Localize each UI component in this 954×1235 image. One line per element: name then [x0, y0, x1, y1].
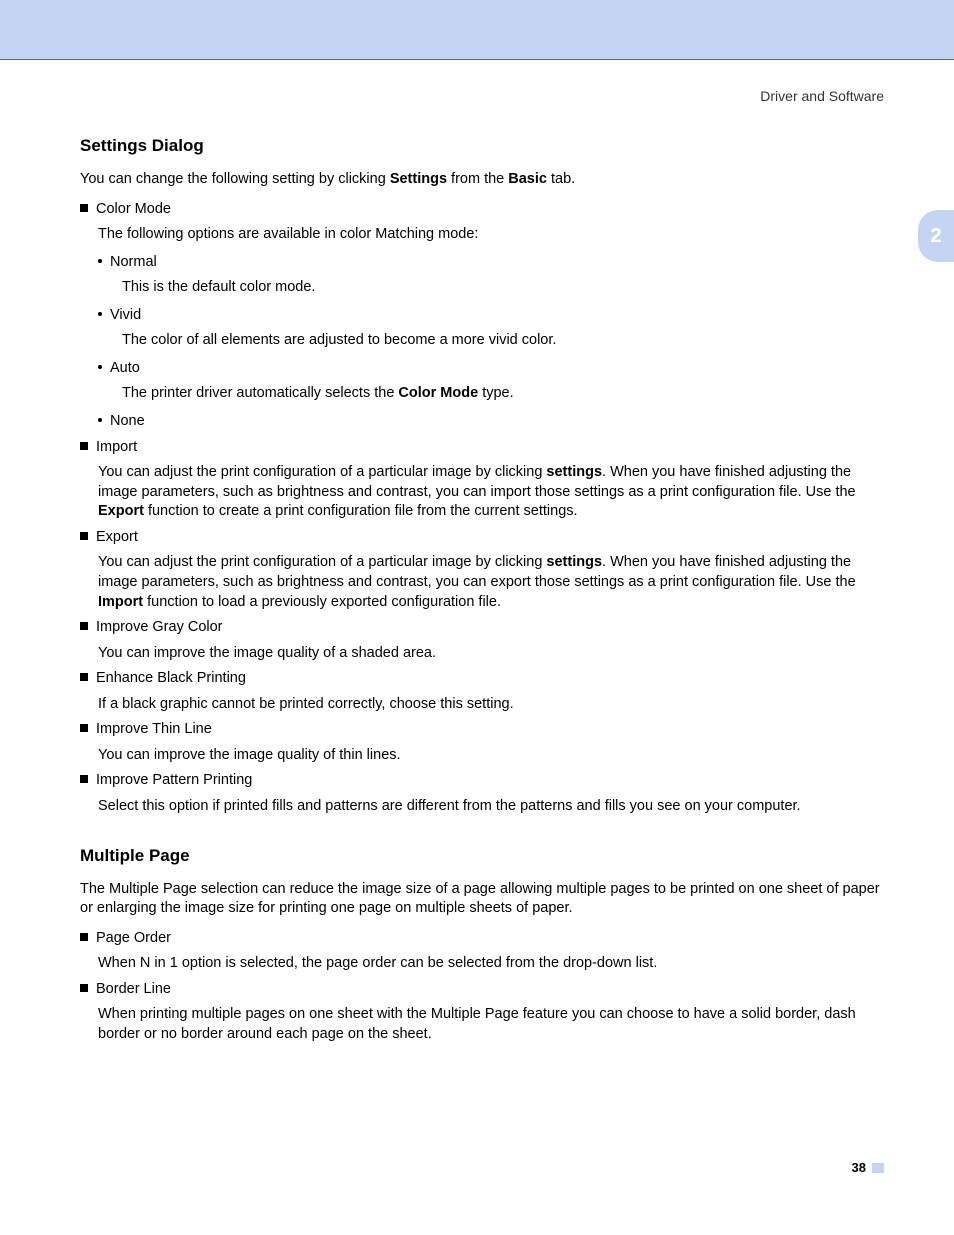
item-improve-gray: Improve Gray Color — [80, 618, 880, 638]
label: Improve Gray Color — [96, 619, 223, 635]
item-improve-pattern: Improve Pattern Printing — [80, 771, 880, 791]
multiple-page-heading: Multiple Page — [80, 845, 880, 868]
label: Normal — [110, 254, 157, 270]
dot-bullet-icon — [98, 259, 102, 263]
square-bullet-icon — [80, 532, 88, 540]
item-page-order: Page Order — [80, 929, 880, 949]
page-number: 38 — [852, 1160, 884, 1175]
subitem-vivid: Vivid — [98, 306, 880, 326]
label: None — [110, 413, 145, 429]
text: You can adjust the print configuration o… — [98, 464, 546, 480]
top-banner — [0, 0, 954, 60]
dot-bullet-icon — [98, 312, 102, 316]
square-bullet-icon — [80, 724, 88, 732]
vivid-body: The color of all elements are adjusted t… — [122, 331, 880, 351]
square-bullet-icon — [80, 622, 88, 630]
item-export: Export — [80, 528, 880, 548]
page-number-accent-icon — [872, 1163, 884, 1173]
color-mode-desc: The following options are available in c… — [98, 225, 880, 245]
text: function to load a previously exported c… — [143, 594, 501, 610]
import-body: You can adjust the print configuration o… — [98, 463, 880, 522]
label: Improve Thin Line — [96, 721, 212, 737]
improve-pattern-body: Select this option if printed fills and … — [98, 797, 880, 817]
square-bullet-icon — [80, 442, 88, 450]
bold: Import — [98, 594, 143, 610]
auto-body: The printer driver automatically selects… — [122, 384, 880, 404]
settings-dialog-heading: Settings Dialog — [80, 135, 880, 158]
item-border-line: Border Line — [80, 980, 880, 1000]
bold: settings — [546, 464, 602, 480]
chapter-tab: 2 — [918, 210, 954, 262]
label: Improve Pattern Printing — [96, 772, 252, 788]
label: Export — [96, 529, 138, 545]
item-improve-thin: Improve Thin Line — [80, 720, 880, 740]
enhance-black-body: If a black graphic cannot be printed cor… — [98, 695, 880, 715]
label: Vivid — [110, 307, 141, 323]
text: function to create a print configuration… — [144, 503, 578, 519]
text: The printer driver automatically selects… — [122, 385, 398, 401]
subitem-none: None — [98, 412, 880, 432]
label: Auto — [110, 360, 140, 376]
dot-bullet-icon — [98, 365, 102, 369]
bold-settings: Settings — [390, 171, 447, 187]
text: from the — [447, 171, 508, 187]
square-bullet-icon — [80, 673, 88, 681]
square-bullet-icon — [80, 204, 88, 212]
header-section-text: Driver and Software — [760, 88, 884, 104]
item-enhance-black: Enhance Black Printing — [80, 669, 880, 689]
subitem-normal: Normal — [98, 253, 880, 273]
text: You can change the following setting by … — [80, 171, 390, 187]
bold-basic: Basic — [508, 171, 547, 187]
label: Page Order — [96, 930, 171, 946]
bold: Export — [98, 503, 144, 519]
text: tab. — [547, 171, 575, 187]
improve-thin-body: You can improve the image quality of thi… — [98, 746, 880, 766]
page-content: Settings Dialog You can change the follo… — [80, 135, 880, 1050]
square-bullet-icon — [80, 933, 88, 941]
subitem-auto: Auto — [98, 359, 880, 379]
page-order-body: When N in 1 option is selected, the page… — [98, 954, 880, 974]
improve-gray-body: You can improve the image quality of a s… — [98, 644, 880, 664]
text: You can adjust the print configuration o… — [98, 554, 546, 570]
label: Border Line — [96, 981, 171, 997]
normal-body: This is the default color mode. — [122, 278, 880, 298]
label: Import — [96, 439, 137, 455]
multiple-page-intro: The Multiple Page selection can reduce t… — [80, 880, 880, 919]
bold: Color Mode — [398, 385, 478, 401]
settings-dialog-intro: You can change the following setting by … — [80, 170, 880, 190]
square-bullet-icon — [80, 775, 88, 783]
item-color-mode: Color Mode — [80, 200, 880, 220]
text: type. — [478, 385, 513, 401]
item-import: Import — [80, 438, 880, 458]
label: Enhance Black Printing — [96, 670, 246, 686]
label: Color Mode — [96, 201, 171, 217]
export-body: You can adjust the print configuration o… — [98, 553, 880, 612]
square-bullet-icon — [80, 984, 88, 992]
border-line-body: When printing multiple pages on one shee… — [98, 1005, 880, 1044]
bold: settings — [546, 554, 602, 570]
dot-bullet-icon — [98, 418, 102, 422]
